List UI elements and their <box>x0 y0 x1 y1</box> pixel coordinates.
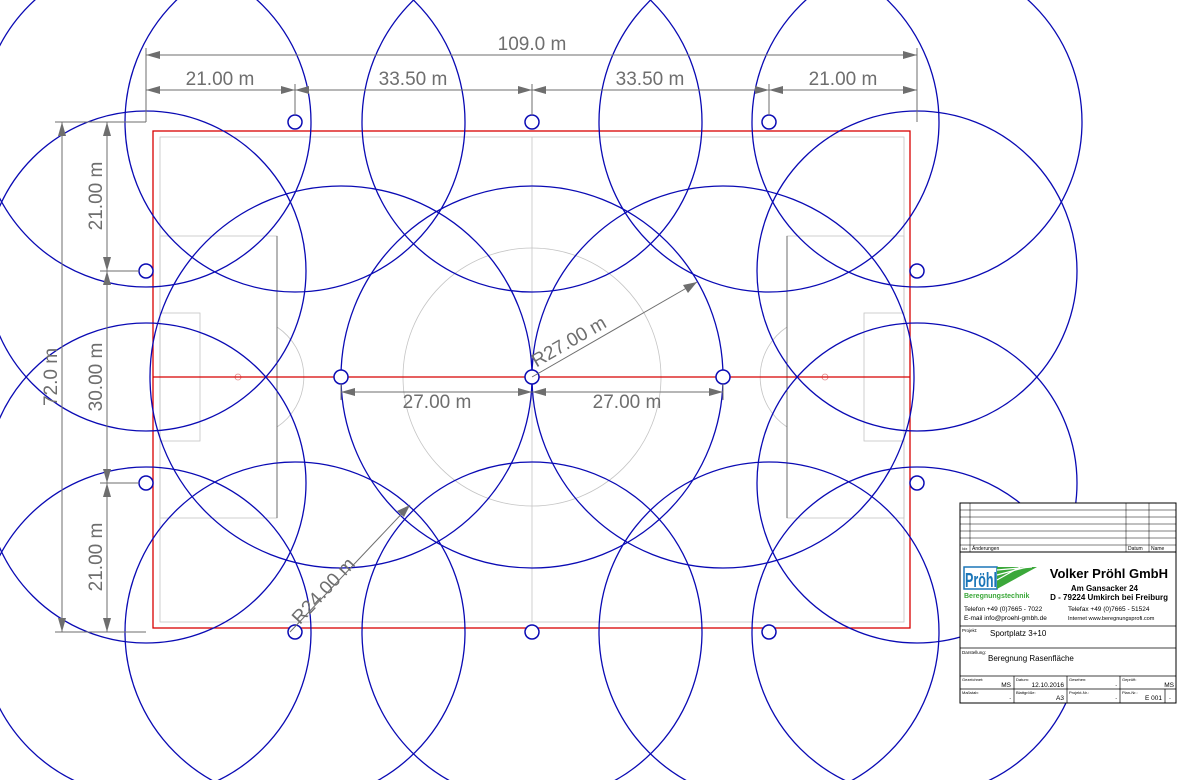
project-value: Sportplatz 3+10 <box>990 629 1047 638</box>
sprinkler-head <box>138 263 154 279</box>
company-fax: Telefax +49 (0)7665 - 51524 <box>1068 606 1150 613</box>
viewed-label: Gesehen: <box>1069 677 1086 682</box>
dimension-lines <box>55 48 918 633</box>
irrigation-plan-drawing: 109.0 m 21.00 m 33.50 m 33.50 m 21.00 m … <box>0 0 1177 780</box>
project-label: Projekt: <box>962 628 977 633</box>
plan-no-value: E 001 <box>1145 695 1162 702</box>
company-name: Volker Pröhl GmbH <box>1050 566 1168 581</box>
coverage-circle-corner-tl <box>0 0 312 288</box>
sprinkler-head <box>524 114 540 130</box>
sprinkler-head <box>761 624 777 640</box>
sprinkler-head <box>761 114 777 130</box>
dim-total-height: 72.0 m <box>41 348 62 406</box>
sprinkler-head <box>715 369 731 385</box>
sprinkler-head <box>333 369 349 385</box>
revision-date-label: Datum <box>1128 546 1143 552</box>
coverage-circle-corner-tr <box>751 0 1083 288</box>
sprinkler-head <box>524 624 540 640</box>
dimension-arrows <box>58 51 917 632</box>
dim-center-left: 27.00 m <box>403 392 472 413</box>
sprinkler-head <box>138 475 154 491</box>
logo-subtitle: Beregnungstechnik <box>964 593 1029 600</box>
coverage-circle-top-right <box>598 0 940 293</box>
date-field-value: 12.10.2016 <box>1031 682 1064 689</box>
revision-name-label: Name <box>1151 546 1165 552</box>
project-no-label: Projekt-Nr.: <box>1069 690 1089 695</box>
drawn-label: Gezeichnet: <box>962 677 983 682</box>
coverage-circle-bottom-right <box>598 461 940 780</box>
company-city: D - 79224 Umkirch bei Freiburg <box>1050 593 1168 602</box>
dim-top-segment-4: 21.00 m <box>809 69 878 90</box>
checked-label: Geprüft: <box>1122 677 1136 682</box>
dim-radius-small: R24.00 m <box>288 554 360 629</box>
sprinkler-head <box>287 114 303 130</box>
company-street: Am Gansacker 24 <box>1071 584 1139 593</box>
company-phone: Telefon +49 (0)7665 - 7022 <box>964 606 1043 613</box>
date-field-label: Datum: <box>1016 677 1029 682</box>
coverage-circle-corner-bl <box>0 466 312 780</box>
sheet-size-label: Blattgröße: <box>1016 690 1036 695</box>
revision-idx-label: Idx <box>962 546 967 551</box>
drawing-label: Darstellung: <box>962 650 986 655</box>
revision-changes-label: Änderungen <box>972 545 999 552</box>
drawn-value: MS <box>1001 682 1011 689</box>
drawing-value: Beregnung Rasenfläche <box>988 654 1074 663</box>
plan-no-label: Plan-Nr.: <box>1122 690 1138 695</box>
dim-left-segment-1: 21.00 m <box>86 162 107 231</box>
dim-top-segment-3: 33.50 m <box>616 69 685 90</box>
logo-text: Pröhl <box>965 570 997 592</box>
checked-value: MS <box>1164 682 1174 689</box>
company-email: E-mail info@proehl-gmbh.de <box>964 615 1047 622</box>
dim-left-segment-2: 30.00 m <box>86 343 107 412</box>
sprinkler-head <box>909 475 925 491</box>
dim-total-width: 109.0 m <box>498 34 567 55</box>
sprinkler-head <box>909 263 925 279</box>
sheet-size-value: A3 <box>1056 695 1064 702</box>
company-internet: Internet www.beregnungsprofi.com <box>1068 616 1155 622</box>
title-block: Idx Änderungen Datum Name Pröhl Beregnun… <box>959 502 1177 704</box>
dim-top-segment-2: 33.50 m <box>379 69 448 90</box>
dim-top-segment-1: 21.00 m <box>186 69 255 90</box>
coverage-circle-top-left <box>124 0 466 293</box>
scale-label: Maßstab: <box>962 690 979 695</box>
dim-center-right: 27.00 m <box>593 392 662 413</box>
dim-left-segment-3: 21.00 m <box>86 523 107 592</box>
